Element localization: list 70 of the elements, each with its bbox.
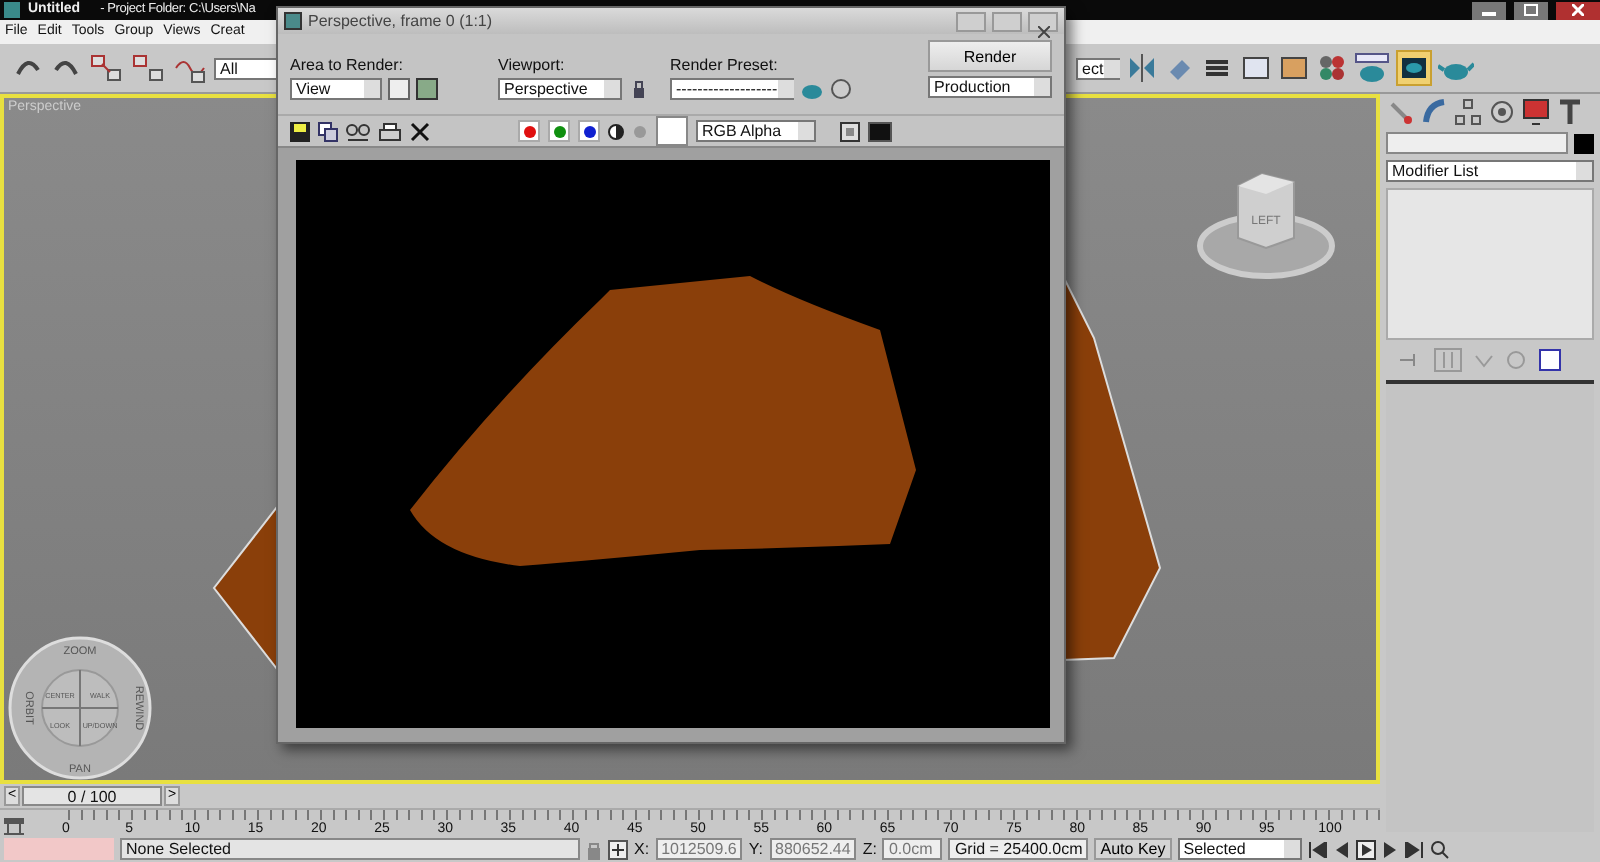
absolute-mode-icon[interactable] bbox=[608, 839, 628, 859]
save-image-icon[interactable] bbox=[290, 121, 310, 141]
hierarchy-tab-icon[interactable] bbox=[1454, 98, 1484, 126]
auto-key-button[interactable]: Auto Key bbox=[1094, 838, 1172, 860]
auto-region-icon[interactable] bbox=[416, 78, 438, 101]
y-label: Y: bbox=[748, 840, 764, 858]
close-button[interactable] bbox=[1556, 1, 1600, 19]
display-channel-dropdown[interactable]: RGB Alpha bbox=[696, 120, 816, 142]
create-tab-icon[interactable] bbox=[1386, 98, 1416, 126]
print-icon[interactable] bbox=[378, 121, 402, 141]
motion-tab-icon[interactable] bbox=[1488, 98, 1518, 126]
alpha-dot-icon[interactable] bbox=[632, 123, 648, 139]
track-bar-icon[interactable] bbox=[0, 816, 28, 836]
object-name-field[interactable] bbox=[1386, 132, 1568, 154]
viewport-label: Viewport: bbox=[498, 56, 567, 75]
named-selection-dropdown[interactable]: ect bbox=[1076, 57, 1120, 79]
render-preset-dropdown[interactable]: ------------------- bbox=[670, 78, 794, 101]
toggle-ui-icon[interactable] bbox=[868, 121, 892, 141]
previous-frame-icon[interactable] bbox=[1333, 841, 1350, 857]
utilities-tab-icon[interactable] bbox=[1556, 98, 1586, 126]
maximize-button[interactable] bbox=[1514, 1, 1548, 19]
channel-toggle[interactable] bbox=[578, 120, 600, 142]
material-editor-icon[interactable] bbox=[1316, 52, 1348, 84]
toggle-ui-overlay-icon[interactable] bbox=[840, 121, 860, 141]
schematic-view-icon[interactable] bbox=[1278, 52, 1310, 84]
go-to-start-icon[interactable] bbox=[1307, 841, 1328, 857]
monochrome-icon[interactable] bbox=[608, 123, 624, 139]
environment-icon[interactable] bbox=[830, 78, 852, 101]
clear-icon[interactable] bbox=[410, 121, 430, 141]
z-coordinate-field[interactable]: 0.0cm bbox=[882, 838, 943, 860]
object-color-swatch[interactable] bbox=[1574, 133, 1594, 153]
x-coordinate-field[interactable]: 1012509.6 bbox=[655, 838, 743, 860]
selection-status-field: None Selected bbox=[120, 838, 580, 860]
next-frame-icon[interactable] bbox=[1381, 841, 1398, 857]
curve-editor-icon[interactable] bbox=[1240, 52, 1272, 84]
link-icon[interactable] bbox=[88, 52, 124, 84]
copy-image-icon[interactable] bbox=[346, 121, 370, 141]
z-label: Z: bbox=[862, 840, 877, 858]
rendered-frame-icon[interactable] bbox=[1396, 50, 1432, 86]
maximize-icon[interactable] bbox=[1524, 4, 1538, 16]
modify-tab-icon[interactable] bbox=[1420, 98, 1450, 126]
lock-icon[interactable] bbox=[628, 78, 650, 101]
time-slider-thumb[interactable]: 0 / 100 bbox=[22, 786, 162, 807]
display-tab-icon[interactable] bbox=[1522, 98, 1552, 126]
unlink-icon[interactable] bbox=[130, 52, 166, 84]
script-listener-field[interactable] bbox=[4, 838, 114, 860]
channel-toggle[interactable] bbox=[518, 120, 540, 142]
edit-region-icon[interactable] bbox=[388, 78, 410, 101]
area-to-render-dropdown[interactable]: View bbox=[290, 78, 382, 101]
color-swatch[interactable] bbox=[656, 116, 688, 146]
window-title: Perspective, frame 0 (1:1) bbox=[308, 12, 495, 31]
play-icon[interactable] bbox=[1355, 839, 1376, 859]
render-button[interactable]: Render bbox=[928, 40, 1052, 73]
clone-frame-icon[interactable] bbox=[318, 121, 338, 141]
minimize-button[interactable] bbox=[1472, 1, 1506, 19]
modifier-list-dropdown[interactable]: Modifier List bbox=[1386, 160, 1594, 182]
y-coordinate-field[interactable]: 880652.44 bbox=[769, 838, 857, 860]
app-icon bbox=[4, 2, 20, 18]
zoom-icon[interactable] bbox=[1429, 839, 1450, 859]
channel-toggle[interactable] bbox=[548, 120, 570, 142]
go-to-end-icon[interactable] bbox=[1403, 841, 1424, 857]
x-label: X: bbox=[634, 840, 650, 858]
viewport-dropdown[interactable]: Perspective bbox=[498, 78, 622, 101]
grid-size-field: Grid = 25400.0cm bbox=[948, 838, 1089, 860]
close-icon[interactable] bbox=[1037, 25, 1049, 38]
mirror-icon[interactable] bbox=[1126, 52, 1158, 84]
window-icon bbox=[284, 12, 302, 31]
render-preset-label: Render Preset: bbox=[670, 56, 780, 75]
key-filter-dropdown[interactable]: Selected bbox=[1177, 838, 1302, 860]
render-mode-dropdown[interactable]: Production bbox=[928, 76, 1052, 99]
